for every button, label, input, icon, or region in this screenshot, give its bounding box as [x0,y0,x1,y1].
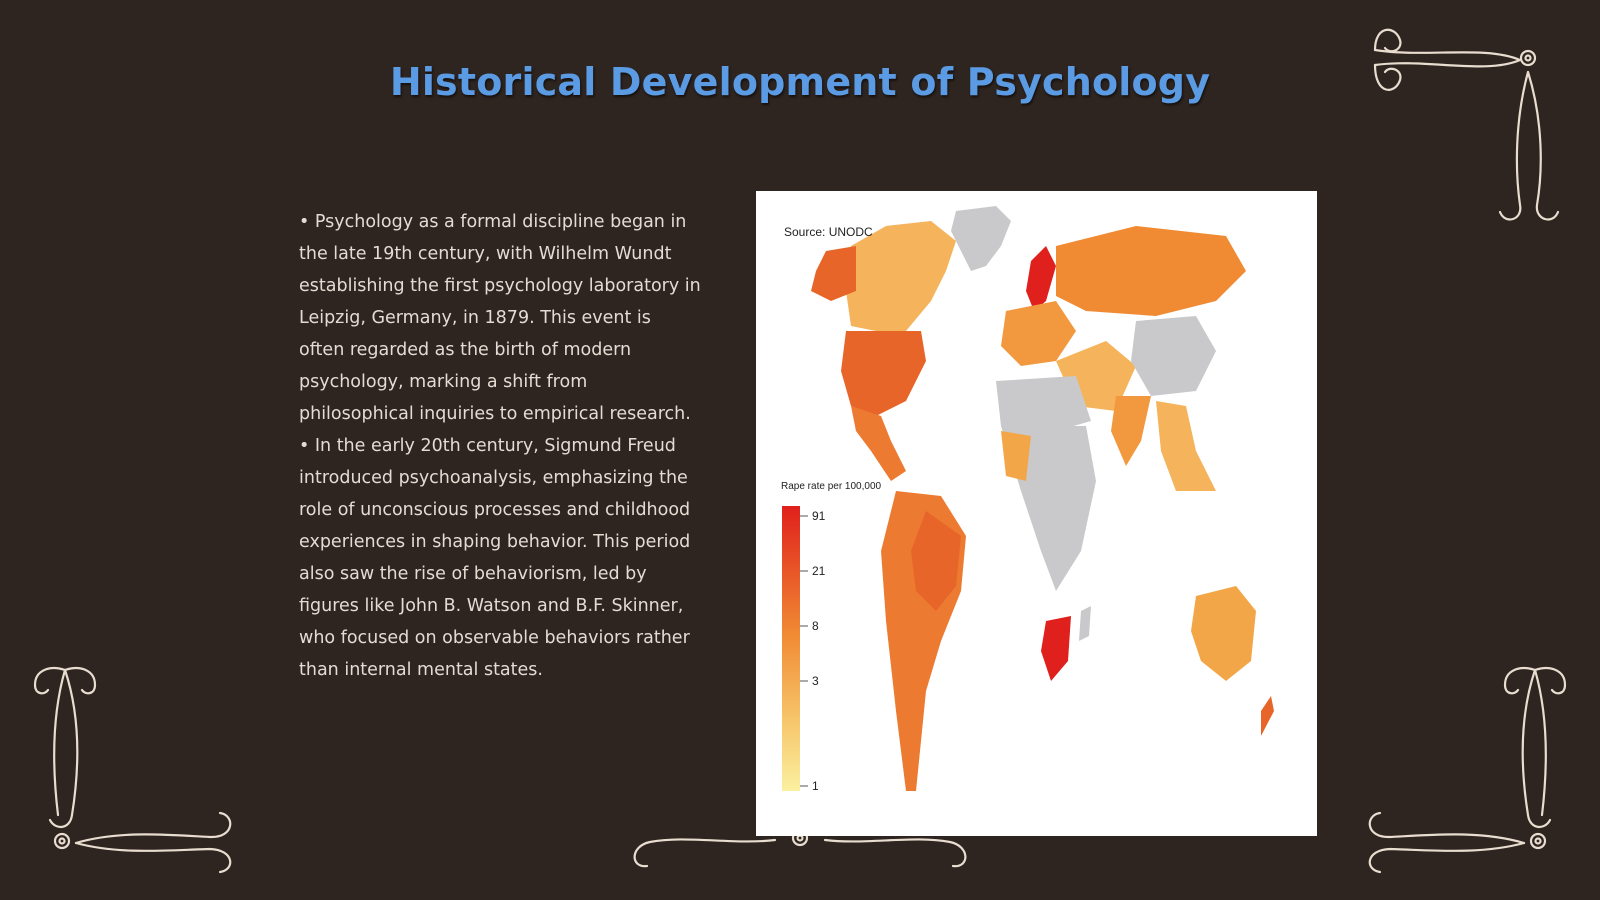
map-legend-tick-label: 21 [812,564,826,578]
map-legend-tick-label: 1 [812,779,819,793]
map-legend-color-scale [782,506,800,791]
map-legend-ticks [800,515,808,787]
map-region-scandinavia [1026,246,1056,311]
corner-flourish-bottom-right [1368,667,1567,874]
slide-body-text: • Psychology as a formal discipline bega… [299,206,701,686]
map-region-north-africa [996,376,1091,431]
corner-flourish-bottom-left [33,667,232,874]
map-source-label: Source: UNODC [784,225,873,239]
map-region-india [1111,396,1151,466]
map-region-southeast-asia [1156,401,1216,491]
map-region-australia [1191,586,1256,681]
map-region-madagascar [1079,606,1091,641]
world-map-image: Source: UNODC Rape rate per 100,000 91 2… [756,191,1317,836]
map-region-russia [1056,226,1246,316]
map-legend-tick-label: 8 [812,619,819,633]
map-legend-title: Rape rate per 100,000 [781,481,882,492]
map-region-southern-africa [1041,616,1071,681]
slide: Historical Development of Psychology • P… [0,0,1600,900]
slide-title: Historical Development of Psychology [389,60,1211,104]
corner-flourish-top-right [1373,28,1560,221]
map-region-china [1131,316,1216,396]
map-region-alaska [811,246,856,301]
map-legend-tick-label: 91 [812,509,826,523]
map-region-usa [841,331,926,416]
bullet-paragraph: • Psychology as a formal discipline bega… [299,212,701,424]
map-region-mexico [851,406,906,481]
map-region-greenland [951,206,1011,271]
bullet-paragraph: • In the early 20th century, Sigmund Fre… [299,436,691,680]
map-region-west-africa [1001,431,1031,481]
map-region-europe [1001,301,1076,366]
map-region-new-zealand [1261,696,1274,736]
map-legend-tick-label: 3 [812,674,819,688]
